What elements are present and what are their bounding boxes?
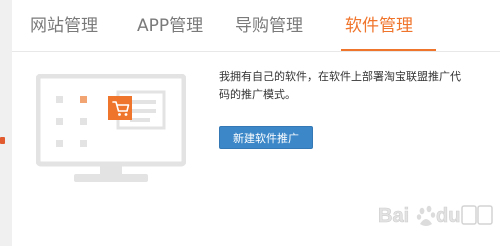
tab-divider (12, 51, 500, 52)
tab-shopping-guide-management[interactable]: 导购管理 (235, 14, 303, 38)
tab-app-management[interactable]: APP管理 (137, 14, 203, 38)
software-promotion-description: 我拥有自己的软件，在软件上部署淘宝联盟推广代码的推广模式。 (219, 70, 461, 101)
software-illustration (35, 73, 187, 190)
tab-software-management[interactable]: 软件管理 (345, 14, 413, 38)
left-panel-edge (0, 0, 12, 246)
computer-with-cart-icon (35, 73, 187, 182)
new-software-promotion-button[interactable]: 新建软件推广 (219, 126, 313, 149)
left-marker (0, 137, 5, 144)
svg-text:du: du (436, 205, 460, 227)
tab-website-management[interactable]: 网站管理 (30, 14, 98, 38)
baidu-paw-logo: Bai du (378, 205, 493, 227)
svg-text:Bai: Bai (378, 205, 409, 227)
baidu-jingyan-watermark: Bai du (376, 196, 494, 234)
